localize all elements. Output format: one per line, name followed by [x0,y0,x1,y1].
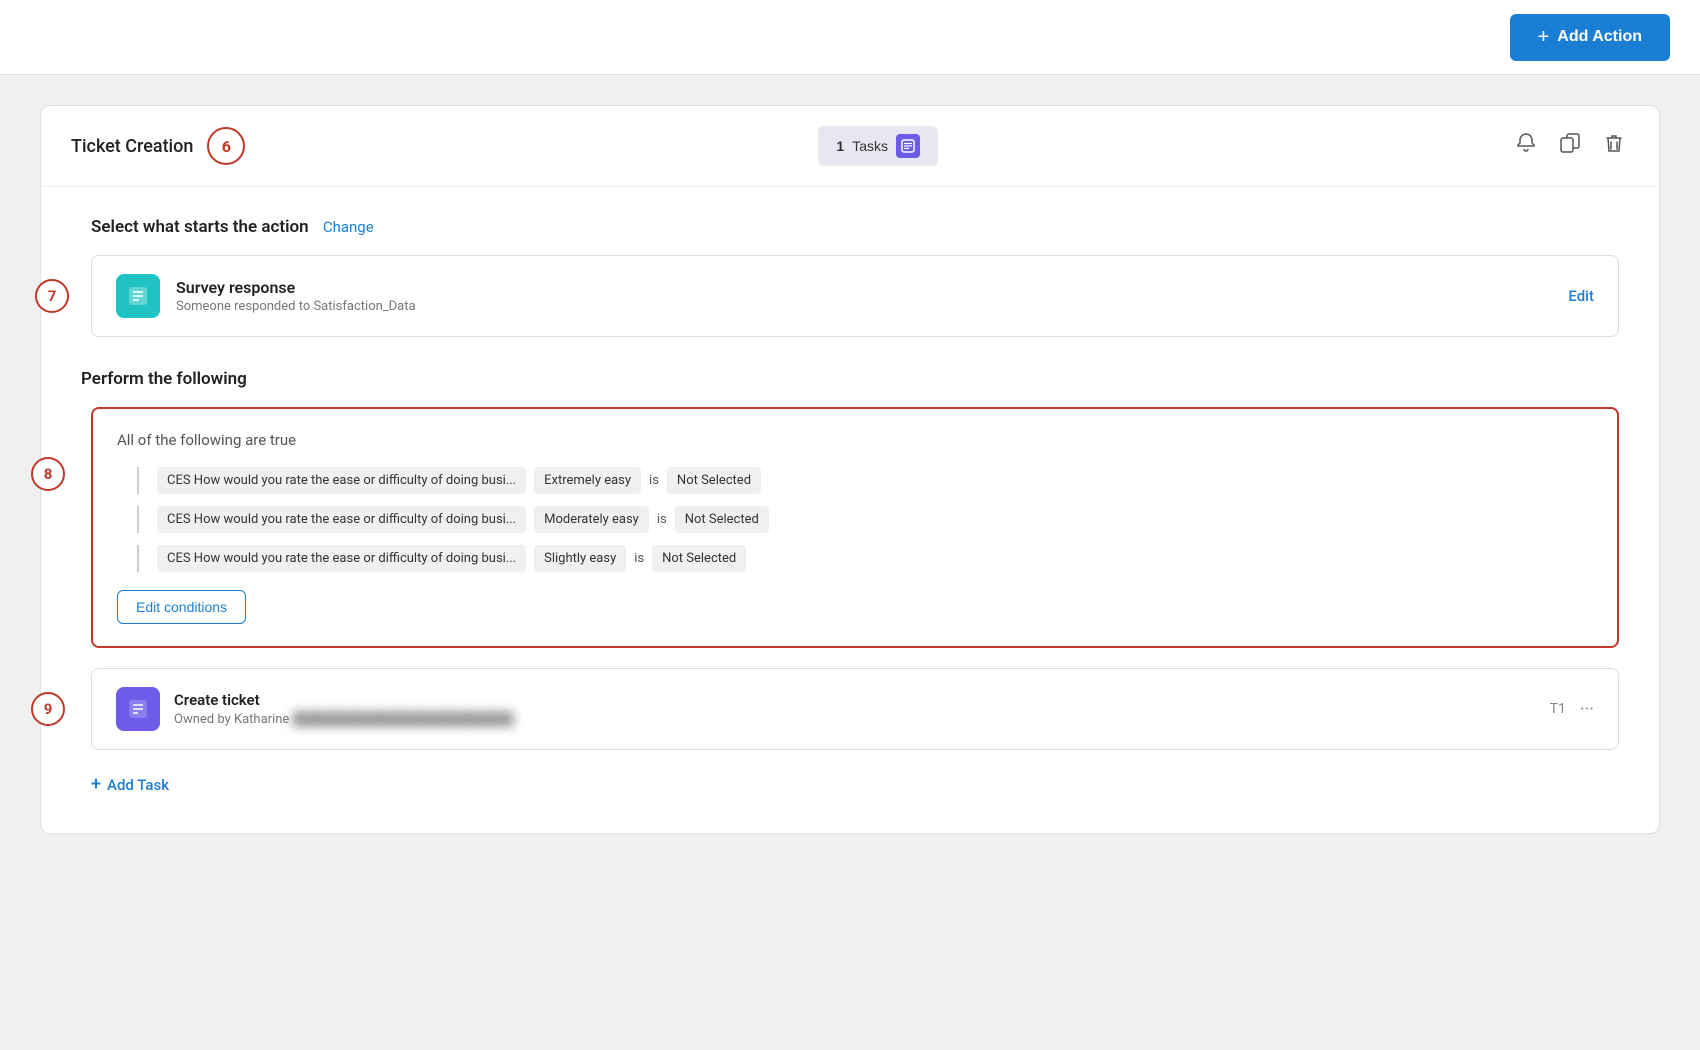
action-icon [116,687,160,731]
condition-field-0: CES How would you rate the ease or diffi… [157,467,526,494]
condition-status-2: Not Selected [652,545,746,572]
perform-title: Perform the following [81,369,1619,389]
trigger-info: Survey response Someone responded to Sat… [116,274,416,318]
condition-row: CES How would you rate the ease or diffi… [137,467,1593,494]
card-actions [1511,128,1629,164]
step-7-badge: 7 [35,279,69,313]
trigger-section-title: Select what starts the action Change [91,217,1619,237]
trigger-text: Survey response Someone responded to Sat… [176,278,416,314]
condition-field-2: CES How would you rate the ease or diffi… [157,545,526,572]
card-header: Ticket Creation 6 1 Tasks [41,106,1659,187]
condition-field-1: CES How would you rate the ease or diffi… [157,506,526,533]
copy-button[interactable] [1555,128,1585,164]
change-link[interactable]: Change [323,218,374,236]
notification-button[interactable] [1511,128,1541,164]
add-task-plus-icon: + [91,774,101,795]
condition-op-0: is [649,473,659,488]
conditions-list: CES How would you rate the ease or diffi… [137,467,1593,572]
condition-op-1: is [657,512,667,527]
trigger-edit-link[interactable]: Edit [1568,287,1594,305]
perform-section: Perform the following 8 All of the follo… [81,369,1619,803]
trigger-row: Survey response Someone responded to Sat… [91,255,1619,337]
condition-value-2: Slightly easy [534,545,626,572]
add-task-link[interactable]: + Add Task [91,766,1619,803]
automation-card: Ticket Creation 6 1 Tasks [40,105,1660,834]
card-body: Select what starts the action Change 7 [41,187,1659,833]
conditions-box: All of the following are true CES How wo… [91,407,1619,648]
condition-status-1: Not Selected [675,506,769,533]
top-bar: + Add Action [0,0,1700,75]
tasks-icon [896,134,920,158]
trigger-desc: Someone responded to Satisfaction_Data [176,299,416,314]
step-6-badge: 6 [207,127,245,165]
trigger-row-wrapper: 7 [91,255,1619,337]
add-action-label: Add Action [1557,28,1642,46]
edit-conditions-button[interactable]: Edit conditions [117,590,246,624]
trigger-icon [116,274,160,318]
step-9-badge: 9 [31,692,65,726]
add-task-label: Add Task [107,776,169,794]
trigger-name: Survey response [176,278,416,297]
action-name: Create ticket [174,691,514,709]
action-row-wrapper: 9 [81,668,1619,750]
delete-button[interactable] [1599,128,1629,164]
condition-op-2: is [634,551,644,566]
condition-value-0: Extremely easy [534,467,641,494]
action-desc: Owned by Katharine █████████████████████… [174,711,514,727]
condition-row: CES How would you rate the ease or diffi… [137,506,1593,533]
tasks-label: Tasks [852,138,888,154]
condition-status-0: Not Selected [667,467,761,494]
step-8-badge: 8 [31,457,65,491]
card-title-area: Ticket Creation 6 [71,127,245,165]
trigger-section: Select what starts the action Change 7 [81,217,1619,337]
more-options-icon[interactable]: ··· [1580,699,1594,720]
tasks-count: 1 [836,138,844,154]
main-content: Ticket Creation 6 1 Tasks [0,75,1700,864]
action-meta: T1 ··· [1550,699,1594,720]
condition-value-1: Moderately easy [534,506,649,533]
add-action-button[interactable]: + Add Action [1510,14,1670,61]
card-title: Ticket Creation [71,136,193,157]
conditions-wrapper: 8 All of the following are true CES How … [81,407,1619,648]
tasks-button[interactable]: 1 Tasks [818,126,938,166]
task-id: T1 [1550,701,1566,717]
condition-row: CES How would you rate the ease or diffi… [137,545,1593,572]
conditions-header: All of the following are true [117,431,1593,449]
action-row: Create ticket Owned by Katharine ███████… [91,668,1619,750]
action-text: Create ticket Owned by Katharine ███████… [174,691,514,727]
action-info: Create ticket Owned by Katharine ███████… [116,687,514,731]
plus-icon: + [1538,26,1550,49]
